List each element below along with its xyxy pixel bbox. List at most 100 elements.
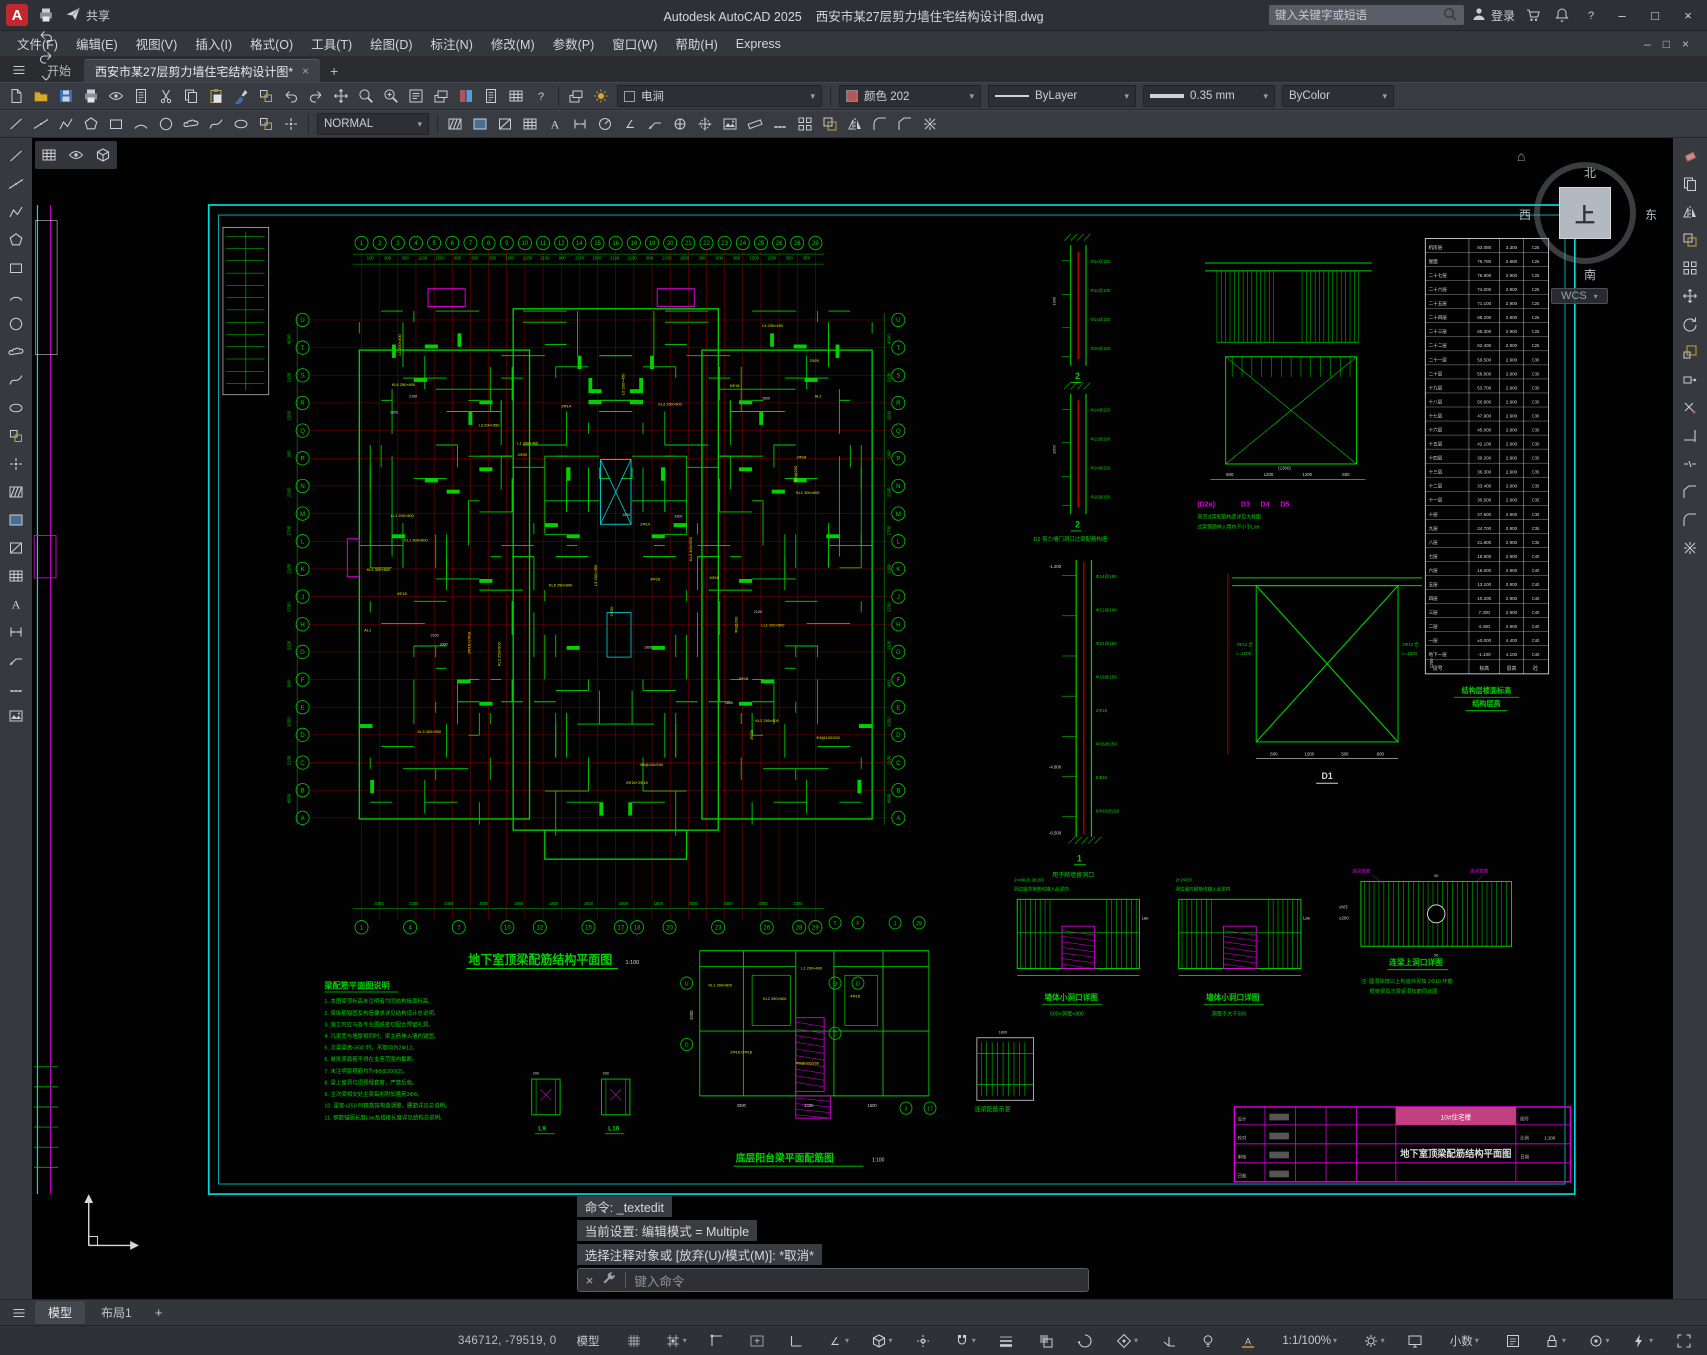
menu-parametric[interactable]: 参数(P) bbox=[544, 31, 604, 56]
erase-tool[interactable] bbox=[1678, 144, 1702, 168]
block-editor-icon[interactable] bbox=[254, 84, 278, 108]
polygon-tool[interactable] bbox=[79, 112, 103, 136]
cut-icon[interactable] bbox=[154, 84, 178, 108]
linear-dimension-tool[interactable] bbox=[568, 112, 592, 136]
lock-ui-button[interactable]: ▾ bbox=[1542, 1330, 1568, 1352]
quick-calc-icon[interactable] bbox=[504, 84, 528, 108]
units-button[interactable]: 小数 ▾ bbox=[1444, 1330, 1485, 1352]
undo-icon[interactable] bbox=[35, 26, 57, 47]
autoscale-toggle[interactable]: A bbox=[1237, 1330, 1259, 1352]
construction-line-tool[interactable] bbox=[29, 112, 53, 136]
annotation-visibility-toggle[interactable] bbox=[1197, 1330, 1219, 1352]
measure-tool[interactable] bbox=[743, 112, 767, 136]
chamfer-tool[interactable] bbox=[1678, 480, 1702, 504]
match-properties-icon[interactable] bbox=[229, 84, 253, 108]
image-attach-tool[interactable] bbox=[4, 704, 28, 728]
view-cube[interactable]: ⌂ 北 南 西 东 上 WCS ▾ bbox=[1517, 146, 1657, 314]
revision-cloud-tool[interactable] bbox=[4, 340, 28, 364]
quick-access-customize-icon[interactable] bbox=[35, 68, 57, 89]
isolate-objects-button[interactable]: ▾ bbox=[1586, 1330, 1612, 1352]
center-mark-tool[interactable] bbox=[693, 112, 717, 136]
polyline-tool[interactable] bbox=[4, 200, 28, 224]
scale-tool[interactable] bbox=[1678, 340, 1702, 364]
object-snap-tracking-toggle[interactable] bbox=[912, 1330, 934, 1352]
insert-block-tool[interactable] bbox=[4, 424, 28, 448]
arc-tool[interactable] bbox=[129, 112, 153, 136]
dynamic-input-toggle[interactable]: + bbox=[746, 1330, 768, 1352]
fillet-tool[interactable] bbox=[1678, 508, 1702, 532]
extend-tool[interactable] bbox=[1678, 424, 1702, 448]
model-space-button[interactable]: 模型 bbox=[570, 1330, 605, 1352]
viewcube-south-label[interactable]: 南 bbox=[1525, 266, 1655, 283]
infer-constraints-toggle[interactable] bbox=[706, 1330, 728, 1352]
spline-tool[interactable] bbox=[204, 112, 228, 136]
line-tool[interactable] bbox=[4, 112, 28, 136]
chamfer-tool[interactable] bbox=[893, 112, 917, 136]
table-tool[interactable] bbox=[518, 112, 542, 136]
polyline-tool[interactable] bbox=[54, 112, 78, 136]
mirror-tool[interactable] bbox=[843, 112, 867, 136]
lineweight-control-dropdown[interactable]: 0.35 mm ▾ bbox=[1143, 85, 1275, 107]
break-tool[interactable] bbox=[1678, 452, 1702, 476]
plot-style-control-dropdown[interactable]: ByColor ▾ bbox=[1282, 85, 1394, 107]
line-tool[interactable] bbox=[4, 144, 28, 168]
point-tool[interactable] bbox=[4, 452, 28, 476]
leader-tool[interactable] bbox=[643, 112, 667, 136]
insert-block-tool[interactable] bbox=[254, 112, 278, 136]
tab-close-icon[interactable]: × bbox=[302, 64, 309, 78]
selection-cycling-toggle[interactable] bbox=[1074, 1330, 1096, 1352]
annotation-scale-button[interactable]: 1:1/100% ▾ bbox=[1276, 1330, 1343, 1352]
viewcube-west-label[interactable]: 西 bbox=[1519, 206, 1531, 223]
object-snap-toggle[interactable]: ▾ bbox=[952, 1330, 978, 1352]
save-icon[interactable] bbox=[54, 84, 78, 108]
ellipse-tool[interactable] bbox=[229, 112, 253, 136]
file-tab-menu-icon[interactable] bbox=[4, 58, 34, 82]
viewcube-top-face[interactable]: 上 bbox=[1559, 187, 1611, 239]
gradient-tool[interactable] bbox=[468, 112, 492, 136]
spline-tool[interactable] bbox=[4, 368, 28, 392]
mirror-tool[interactable] bbox=[1678, 200, 1702, 224]
undo-icon[interactable] bbox=[279, 84, 303, 108]
move-tool[interactable] bbox=[1678, 284, 1702, 308]
new-tab-button[interactable]: + bbox=[322, 59, 346, 82]
menu-modify[interactable]: 修改(M) bbox=[482, 31, 544, 56]
leader-tool[interactable] bbox=[4, 648, 28, 672]
style-control-dropdown[interactable]: NORMAL ▾ bbox=[317, 113, 429, 135]
isometric-drafting-toggle[interactable]: ▾ bbox=[869, 1330, 895, 1352]
notifications-icon[interactable] bbox=[1551, 5, 1573, 26]
minimize-button[interactable]: – bbox=[1609, 3, 1635, 27]
zoom-window-icon[interactable] bbox=[379, 84, 403, 108]
offset-tool[interactable] bbox=[1678, 228, 1702, 252]
clean-screen-button[interactable] bbox=[1673, 1330, 1695, 1352]
circle-tool[interactable] bbox=[154, 112, 178, 136]
named-views-icon[interactable] bbox=[64, 143, 88, 167]
doc-minimize-button[interactable]: – bbox=[1644, 37, 1651, 51]
design-center-icon[interactable] bbox=[429, 84, 453, 108]
wcs-dropdown[interactable]: WCS ▾ bbox=[1551, 288, 1608, 304]
divide-tool[interactable] bbox=[4, 676, 28, 700]
doc-close-button[interactable]: × bbox=[1682, 37, 1689, 51]
menu-insert[interactable]: 插入(I) bbox=[186, 31, 241, 56]
viewport-dialog-icon[interactable] bbox=[37, 143, 61, 167]
graphics-performance-toggle[interactable]: ▾ bbox=[1629, 1330, 1655, 1352]
plot-icon[interactable] bbox=[35, 5, 57, 26]
snap-mode-toggle[interactable]: ▾ bbox=[663, 1330, 689, 1352]
viewcube-north-label[interactable]: 北 bbox=[1525, 164, 1655, 181]
new-icon[interactable] bbox=[4, 84, 28, 108]
help-icon[interactable]: ? bbox=[529, 84, 553, 108]
quick-properties-toggle[interactable] bbox=[1502, 1330, 1524, 1352]
menu-view[interactable]: 视图(V) bbox=[127, 31, 187, 56]
plot-preview-icon[interactable] bbox=[104, 84, 128, 108]
close-command-icon[interactable]: × bbox=[586, 1273, 594, 1288]
search-input[interactable]: 键入关键字或短语 bbox=[1268, 5, 1464, 25]
menu-help[interactable]: 帮助(H) bbox=[666, 31, 726, 56]
tool-palettes-icon[interactable] bbox=[454, 84, 478, 108]
ortho-mode-toggle[interactable] bbox=[785, 1330, 807, 1352]
lineweight-display-toggle[interactable] bbox=[995, 1330, 1017, 1352]
workspace-switching-button[interactable]: ▾ bbox=[1361, 1330, 1387, 1352]
drawing-canvas[interactable]: 1 2 3 4 5 6 7 8 9 10 11 12 14 15 16 18 19 20 21 22 23 24 25 26 2… bbox=[32, 138, 1673, 1299]
array-tool[interactable] bbox=[793, 112, 817, 136]
table-tool[interactable] bbox=[4, 564, 28, 588]
circle-tool[interactable] bbox=[4, 312, 28, 336]
explode-tool[interactable] bbox=[918, 112, 942, 136]
